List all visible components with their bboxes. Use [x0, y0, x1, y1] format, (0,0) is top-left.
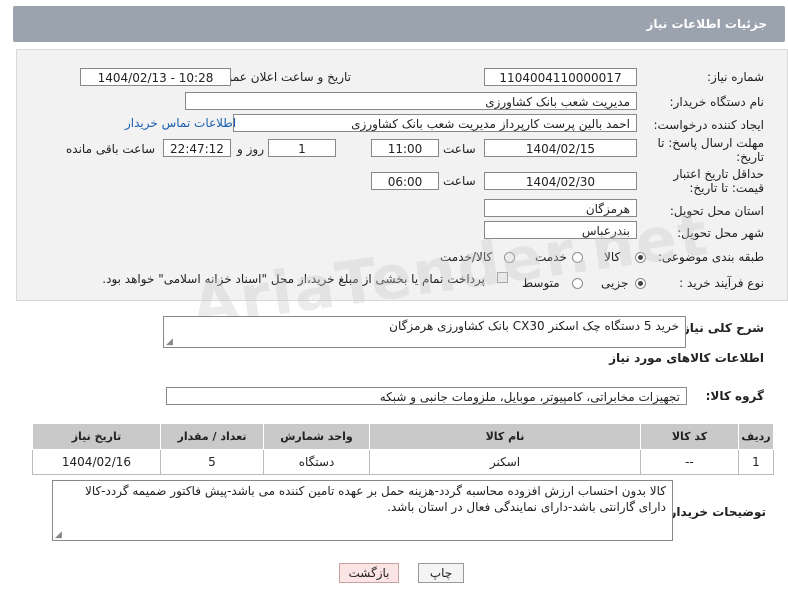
creator-field: احمد بالین پرست کارپرداز مدیریت شعب بانک… — [233, 114, 637, 132]
validity-date-field: 1404/02/30 — [484, 172, 637, 190]
deadline-label: مهلت ارسال پاسخ: تا تاریخ: — [657, 136, 764, 164]
need-number-field: 1104004110000017 — [484, 68, 637, 86]
days-field: 1 — [268, 139, 336, 157]
deadline-time-label: ساعت — [443, 142, 476, 156]
print-button[interactable]: چاپ — [418, 563, 464, 583]
contact-buyer-link[interactable]: اطلاعات تماس خریدار — [125, 116, 236, 130]
validity-time-field: 06:00 — [371, 172, 439, 190]
header-row-number: ردیف — [738, 423, 774, 450]
goods-group-field: تجهیزات مخابراتی، کامپیوتر، موبایل، ملزو… — [166, 387, 687, 405]
validity-label: حداقل تاریخ اعتبار قیمت: تا تاریخ: — [673, 167, 764, 195]
header-goods-name: نام کالا — [369, 423, 641, 450]
process-minor-radio[interactable] — [635, 278, 646, 289]
resize-grip-icon: ◢ — [166, 337, 173, 347]
description-label: شرح کلی نیاز: — [678, 321, 764, 335]
buyer-notes-field: کالا بدون احتساب ارزش افزوده محاسبه گردد… — [52, 480, 673, 541]
header-unit: واحد شمارش — [263, 423, 370, 450]
cell-goods-code: -- — [640, 449, 739, 475]
description-field: خرید 5 دستگاه چک اسکنر CX30 بانک کشاورزی… — [163, 316, 686, 348]
page-title: جزئیات اطلاعات نیاز — [646, 17, 767, 31]
header-quantity: تعداد / مقدار — [160, 423, 264, 450]
process-label: نوع فرآیند خرید : — [679, 276, 764, 290]
goods-group-label: گروه کالا: — [705, 389, 764, 403]
deadline-date-field: 1404/02/15 — [484, 139, 637, 157]
buyer-notes-label: توضیحات خریدار: — [664, 505, 766, 519]
remaining-label: ساعت باقی مانده — [66, 142, 156, 156]
deadline-time-field: 11:00 — [371, 139, 439, 157]
cell-row-number: 1 — [738, 449, 774, 475]
buyer-org-label: نام دستگاه خریدار: — [669, 95, 765, 109]
cell-goods-name: اسکنر — [369, 449, 641, 475]
notes-resize-grip-icon: ◢ — [55, 530, 62, 540]
page-header: جزئیات اطلاعات نیاز — [13, 6, 785, 42]
table-row: 1 -- اسکنر دستگاه 5 1404/02/16 — [32, 449, 774, 475]
table-header-row: ردیف کد کالا نام کالا واحد شمارش تعداد /… — [32, 423, 774, 450]
goods-section-title: اطلاعات کالاهای مورد نیاز — [609, 351, 764, 365]
header-goods-code: کد کالا — [640, 423, 739, 450]
cell-unit: دستگاه — [263, 449, 370, 475]
header-need-date: تاریخ نیاز — [32, 423, 161, 450]
goods-table: ردیف کد کالا نام کالا واحد شمارش تعداد /… — [32, 423, 774, 475]
back-button[interactable]: بازگشت — [339, 563, 399, 583]
days-label: روز و — [237, 142, 264, 156]
cell-need-date: 1404/02/16 — [32, 449, 161, 475]
cell-quantity: 5 — [160, 449, 264, 475]
creator-label: ایجاد کننده درخواست: — [653, 118, 764, 132]
buyer-org-field: مدیریت شعب بانک کشاورزی — [185, 92, 637, 110]
validity-time-label: ساعت — [443, 174, 476, 188]
need-number-label: شماره نیاز: — [707, 70, 764, 84]
announce-field: 1404/02/13 - 10:28 — [80, 68, 231, 86]
remaining-time-field: 22:47:12 — [163, 139, 231, 157]
